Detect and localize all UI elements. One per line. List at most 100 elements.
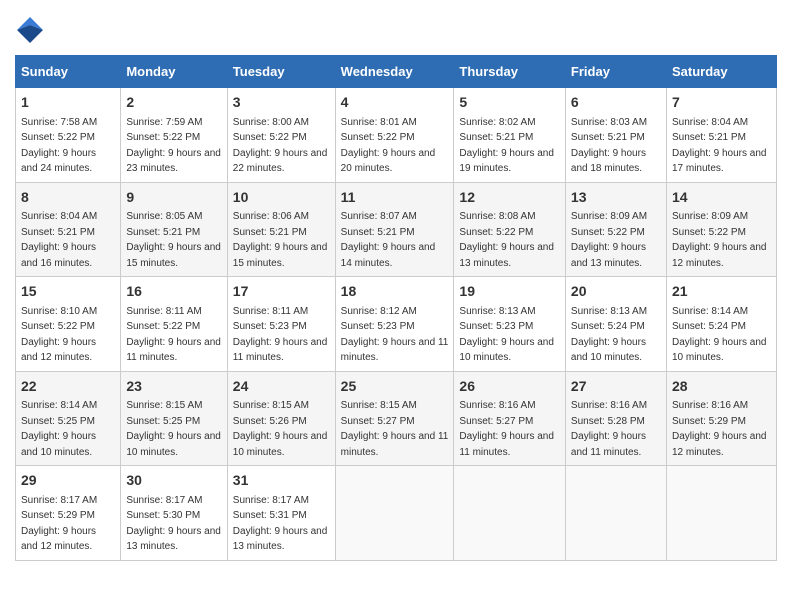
day-number: 22 [21, 377, 115, 397]
day-info: Sunrise: 8:08 AMSunset: 5:22 PMDaylight:… [459, 211, 554, 269]
day-info: Sunrise: 8:04 AMSunset: 5:21 PMDaylight:… [672, 117, 767, 175]
calendar-cell: 25 Sunrise: 8:15 AMSunset: 5:27 PMDaylig… [335, 371, 454, 466]
day-info: Sunrise: 8:02 AMSunset: 5:21 PMDaylight:… [459, 117, 554, 175]
logo [15, 15, 45, 45]
calendar-cell [454, 466, 566, 561]
calendar-cell: 21 Sunrise: 8:14 AMSunset: 5:24 PMDaylig… [666, 277, 776, 372]
calendar-header-row: SundayMondayTuesdayWednesdayThursdayFrid… [16, 56, 777, 88]
day-info: Sunrise: 8:11 AMSunset: 5:23 PMDaylight:… [233, 306, 328, 364]
day-info: Sunrise: 8:09 AMSunset: 5:22 PMDaylight:… [571, 211, 647, 269]
day-info: Sunrise: 8:04 AMSunset: 5:21 PMDaylight:… [21, 211, 97, 269]
calendar-cell: 23 Sunrise: 8:15 AMSunset: 5:25 PMDaylig… [121, 371, 227, 466]
calendar-cell: 18 Sunrise: 8:12 AMSunset: 5:23 PMDaylig… [335, 277, 454, 372]
day-number: 10 [233, 188, 330, 208]
day-info: Sunrise: 8:16 AMSunset: 5:28 PMDaylight:… [571, 400, 647, 458]
day-number: 23 [126, 377, 221, 397]
day-info: Sunrise: 7:58 AMSunset: 5:22 PMDaylight:… [21, 117, 97, 175]
calendar-cell: 4 Sunrise: 8:01 AMSunset: 5:22 PMDayligh… [335, 88, 454, 183]
day-number: 30 [126, 471, 221, 491]
calendar-cell: 5 Sunrise: 8:02 AMSunset: 5:21 PMDayligh… [454, 88, 566, 183]
day-number: 24 [233, 377, 330, 397]
day-info: Sunrise: 8:05 AMSunset: 5:21 PMDaylight:… [126, 211, 221, 269]
day-number: 9 [126, 188, 221, 208]
calendar-cell: 27 Sunrise: 8:16 AMSunset: 5:28 PMDaylig… [565, 371, 666, 466]
day-number: 20 [571, 282, 661, 302]
day-number: 12 [459, 188, 560, 208]
day-number: 28 [672, 377, 771, 397]
calendar-cell: 16 Sunrise: 8:11 AMSunset: 5:22 PMDaylig… [121, 277, 227, 372]
calendar-header-tuesday: Tuesday [227, 56, 335, 88]
day-number: 31 [233, 471, 330, 491]
day-number: 7 [672, 93, 771, 113]
calendar-cell: 30 Sunrise: 8:17 AMSunset: 5:30 PMDaylig… [121, 466, 227, 561]
day-info: Sunrise: 8:10 AMSunset: 5:22 PMDaylight:… [21, 306, 97, 364]
day-info: Sunrise: 8:14 AMSunset: 5:25 PMDaylight:… [21, 400, 97, 458]
calendar-cell: 28 Sunrise: 8:16 AMSunset: 5:29 PMDaylig… [666, 371, 776, 466]
calendar-header-thursday: Thursday [454, 56, 566, 88]
day-info: Sunrise: 8:03 AMSunset: 5:21 PMDaylight:… [571, 117, 647, 175]
calendar-header-saturday: Saturday [666, 56, 776, 88]
day-info: Sunrise: 8:16 AMSunset: 5:27 PMDaylight:… [459, 400, 554, 458]
day-number: 26 [459, 377, 560, 397]
calendar-header-friday: Friday [565, 56, 666, 88]
calendar-cell: 15 Sunrise: 8:10 AMSunset: 5:22 PMDaylig… [16, 277, 121, 372]
calendar-cell: 24 Sunrise: 8:15 AMSunset: 5:26 PMDaylig… [227, 371, 335, 466]
day-number: 5 [459, 93, 560, 113]
calendar-cell: 2 Sunrise: 7:59 AMSunset: 5:22 PMDayligh… [121, 88, 227, 183]
day-info: Sunrise: 7:59 AMSunset: 5:22 PMDaylight:… [126, 117, 221, 175]
calendar-header-sunday: Sunday [16, 56, 121, 88]
day-number: 13 [571, 188, 661, 208]
day-number: 8 [21, 188, 115, 208]
calendar-cell: 1 Sunrise: 7:58 AMSunset: 5:22 PMDayligh… [16, 88, 121, 183]
day-number: 18 [341, 282, 449, 302]
calendar-cell: 14 Sunrise: 8:09 AMSunset: 5:22 PMDaylig… [666, 182, 776, 277]
calendar-cell: 8 Sunrise: 8:04 AMSunset: 5:21 PMDayligh… [16, 182, 121, 277]
day-number: 3 [233, 93, 330, 113]
day-info: Sunrise: 8:09 AMSunset: 5:22 PMDaylight:… [672, 211, 767, 269]
calendar-header-wednesday: Wednesday [335, 56, 454, 88]
calendar-cell: 31 Sunrise: 8:17 AMSunset: 5:31 PMDaylig… [227, 466, 335, 561]
day-number: 1 [21, 93, 115, 113]
day-number: 21 [672, 282, 771, 302]
day-info: Sunrise: 8:01 AMSunset: 5:22 PMDaylight:… [341, 117, 436, 175]
day-info: Sunrise: 8:17 AMSunset: 5:30 PMDaylight:… [126, 495, 221, 553]
day-info: Sunrise: 8:07 AMSunset: 5:21 PMDaylight:… [341, 211, 436, 269]
header [15, 15, 777, 45]
day-number: 11 [341, 188, 449, 208]
calendar-week-row: 8 Sunrise: 8:04 AMSunset: 5:21 PMDayligh… [16, 182, 777, 277]
page-container: SundayMondayTuesdayWednesdayThursdayFrid… [15, 15, 777, 561]
day-info: Sunrise: 8:15 AMSunset: 5:27 PMDaylight:… [341, 400, 449, 458]
calendar-cell: 13 Sunrise: 8:09 AMSunset: 5:22 PMDaylig… [565, 182, 666, 277]
calendar-cell [666, 466, 776, 561]
calendar-cell: 12 Sunrise: 8:08 AMSunset: 5:22 PMDaylig… [454, 182, 566, 277]
day-number: 25 [341, 377, 449, 397]
day-info: Sunrise: 8:06 AMSunset: 5:21 PMDaylight:… [233, 211, 328, 269]
calendar-week-row: 1 Sunrise: 7:58 AMSunset: 5:22 PMDayligh… [16, 88, 777, 183]
day-number: 19 [459, 282, 560, 302]
day-info: Sunrise: 8:14 AMSunset: 5:24 PMDaylight:… [672, 306, 767, 364]
calendar-week-row: 22 Sunrise: 8:14 AMSunset: 5:25 PMDaylig… [16, 371, 777, 466]
calendar-cell: 17 Sunrise: 8:11 AMSunset: 5:23 PMDaylig… [227, 277, 335, 372]
day-number: 27 [571, 377, 661, 397]
calendar-table: SundayMondayTuesdayWednesdayThursdayFrid… [15, 55, 777, 561]
calendar-cell: 20 Sunrise: 8:13 AMSunset: 5:24 PMDaylig… [565, 277, 666, 372]
logo-icon [15, 15, 45, 45]
calendar-cell [565, 466, 666, 561]
day-info: Sunrise: 8:16 AMSunset: 5:29 PMDaylight:… [672, 400, 767, 458]
calendar-cell: 26 Sunrise: 8:16 AMSunset: 5:27 PMDaylig… [454, 371, 566, 466]
calendar-cell: 11 Sunrise: 8:07 AMSunset: 5:21 PMDaylig… [335, 182, 454, 277]
calendar-cell: 9 Sunrise: 8:05 AMSunset: 5:21 PMDayligh… [121, 182, 227, 277]
day-info: Sunrise: 8:13 AMSunset: 5:24 PMDaylight:… [571, 306, 647, 364]
calendar-cell: 6 Sunrise: 8:03 AMSunset: 5:21 PMDayligh… [565, 88, 666, 183]
calendar-cell: 19 Sunrise: 8:13 AMSunset: 5:23 PMDaylig… [454, 277, 566, 372]
calendar-week-row: 15 Sunrise: 8:10 AMSunset: 5:22 PMDaylig… [16, 277, 777, 372]
day-number: 14 [672, 188, 771, 208]
calendar-header-monday: Monday [121, 56, 227, 88]
day-info: Sunrise: 8:15 AMSunset: 5:25 PMDaylight:… [126, 400, 221, 458]
day-number: 16 [126, 282, 221, 302]
day-number: 4 [341, 93, 449, 113]
day-info: Sunrise: 8:11 AMSunset: 5:22 PMDaylight:… [126, 306, 221, 364]
day-info: Sunrise: 8:17 AMSunset: 5:31 PMDaylight:… [233, 495, 328, 553]
day-number: 6 [571, 93, 661, 113]
calendar-cell: 3 Sunrise: 8:00 AMSunset: 5:22 PMDayligh… [227, 88, 335, 183]
